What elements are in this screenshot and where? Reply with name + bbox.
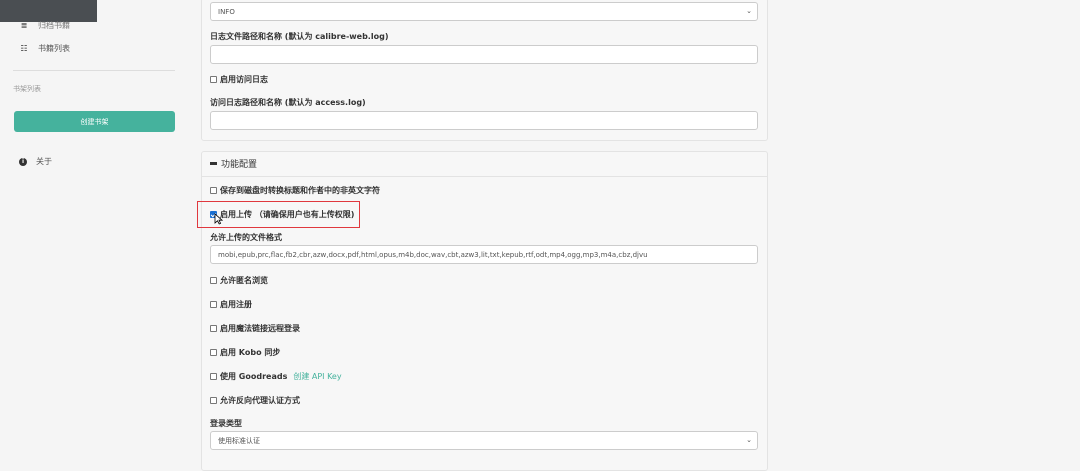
kobo-sync-checkbox[interactable]: 启用 Kobo 同步 [210, 347, 280, 358]
sidebar: ≣ 归档书籍 ☷ 书籍列表 书架列表 创建书架 i 关于 [0, 0, 190, 460]
checkbox-label: 使用 Goodreads [220, 372, 288, 381]
checkbox[interactable] [210, 187, 217, 194]
enable-access-log-checkbox[interactable]: 启用访问日志 [210, 74, 268, 85]
feature-config-panel [201, 151, 768, 471]
reverse-proxy-auth-checkbox[interactable]: 允许反向代理认证方式 [210, 395, 300, 406]
section-divider [201, 176, 768, 177]
sidebar-item-archived[interactable]: ≣ 归档书籍 [19, 20, 70, 31]
sidebar-item-label: 归档书籍 [38, 21, 70, 30]
create-api-key-link[interactable]: 创建 API Key [293, 371, 341, 382]
upload-formats-input[interactable]: mobi,epub,prc,flac,fb2,cbr,azw,docx,pdf,… [210, 245, 758, 264]
checkbox-label: 启用魔法链接远程登录 [220, 324, 300, 333]
anonymous-browse-checkbox[interactable]: 允许匿名浏览 [210, 275, 268, 286]
checkbox-label: 启用访问日志 [220, 75, 268, 84]
checkbox[interactable] [210, 277, 217, 284]
enable-registration-checkbox[interactable]: 启用注册 [210, 299, 252, 310]
checkbox-label: 启用上传 （请确保用户也有上传权限) [220, 210, 355, 219]
checkbox-label: 启用 Kobo 同步 [220, 348, 281, 357]
list-icon: ☷ [20, 44, 28, 53]
chevron-down-icon: ⌄ [746, 7, 752, 15]
magic-link-login-checkbox[interactable]: 启用魔法链接远程登录 [210, 323, 300, 334]
sidebar-divider [13, 70, 175, 71]
cursor-icon [214, 213, 223, 225]
checkbox-label: 保存到磁盘时转换标题和作者中的非英文字符 [220, 186, 380, 195]
minus-icon [210, 162, 217, 165]
enable-upload-checkbox[interactable]: 启用上传 （请确保用户也有上传权限) [210, 209, 354, 220]
checkbox[interactable] [210, 373, 217, 380]
checkbox-label: 启用注册 [220, 300, 252, 309]
section-title: 功能配置 [221, 160, 258, 170]
login-type-select[interactable]: 使用标准认证 ⌄ [210, 431, 758, 450]
checkbox[interactable] [210, 325, 217, 332]
sidebar-item-label: 关于 [36, 157, 52, 166]
access-log-input[interactable] [210, 111, 758, 130]
sidebar-item-label: 书籍列表 [38, 44, 70, 53]
login-type-value: 使用标准认证 [218, 436, 260, 445]
sidebar-item-about[interactable]: i 关于 [19, 156, 52, 167]
checkbox[interactable] [210, 397, 217, 404]
archive-icon: ≣ [20, 21, 28, 30]
goodreads-checkbox[interactable]: 使用 Goodreads 创建 API Key [210, 371, 342, 382]
checkbox[interactable] [210, 76, 217, 83]
checkbox-label: 允许匿名浏览 [220, 276, 268, 285]
create-shelf-button[interactable]: 创建书架 [14, 111, 175, 132]
upload-formats-label: 允许上传的文件格式 [210, 233, 282, 242]
logfile-input[interactable] [210, 45, 758, 64]
chevron-down-icon: ⌄ [746, 436, 752, 444]
log-level-select[interactable]: INFO ⌄ [210, 2, 758, 21]
logfile-label: 日志文件路径和名称 (默认为 calibre-web.log) [210, 32, 389, 41]
sidebar-item-book-list[interactable]: ☷ 书籍列表 [19, 43, 70, 54]
access-log-label: 访问日志路径和名称 (默认为 access.log) [210, 98, 366, 107]
log-level-value: INFO [218, 7, 235, 16]
shelves-heading: 书架列表 [13, 85, 41, 93]
checkbox-label: 允许反向代理认证方式 [220, 396, 300, 405]
checkbox[interactable] [210, 349, 217, 356]
convert-non-english-checkbox[interactable]: 保存到磁盘时转换标题和作者中的非英文字符 [210, 185, 380, 196]
info-icon: i [19, 157, 27, 166]
login-type-label: 登录类型 [210, 419, 242, 428]
feature-config-header[interactable]: 功能配置 [210, 157, 257, 170]
checkbox[interactable] [210, 301, 217, 308]
